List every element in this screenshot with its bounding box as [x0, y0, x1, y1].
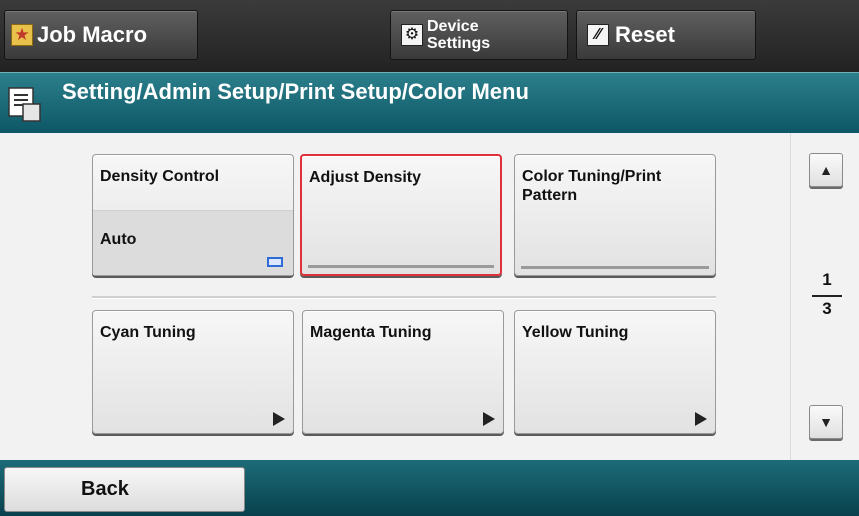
- play-arrow-icon: [273, 412, 285, 426]
- tile-bottom-bar: [521, 266, 709, 269]
- adjust-density-label: Adjust Density: [309, 169, 422, 186]
- row-divider: [92, 296, 716, 299]
- cyan-tuning-tile[interactable]: Cyan Tuning: [92, 310, 294, 434]
- density-control-tile[interactable]: Density Control Auto: [92, 154, 294, 276]
- back-button[interactable]: Back: [4, 467, 245, 512]
- scroll-down-button[interactable]: ▼: [809, 405, 843, 439]
- device-settings-label: Device Settings: [427, 18, 490, 52]
- title-bar: Setting/Admin Setup/Print Setup/Color Me…: [0, 72, 859, 133]
- scroll-divider: [790, 133, 792, 460]
- magenta-tuning-label: Magenta Tuning: [310, 324, 432, 341]
- device-settings-button[interactable]: ⚙ Device Settings: [390, 10, 568, 60]
- reset-label: Reset: [615, 22, 675, 47]
- device-panel-screen: ★ Job Macro ⚙ Device Settings ⁄⁄ Reset S…: [0, 0, 859, 516]
- device-settings-label-line1: Device: [427, 18, 479, 35]
- page-title: Setting/Admin Setup/Print Setup/Color Me…: [62, 79, 529, 104]
- gear-icon: ⚙: [401, 24, 423, 46]
- triangle-down-icon: ▼: [819, 414, 833, 430]
- density-control-value-area: Auto: [93, 210, 293, 275]
- reset-button[interactable]: ⁄⁄ Reset: [576, 10, 756, 60]
- magenta-tuning-tile[interactable]: Magenta Tuning: [302, 310, 504, 434]
- menu-area: Density Control Auto Adjust Density Colo…: [0, 133, 859, 460]
- document-icon: [8, 87, 41, 122]
- adjust-density-tile[interactable]: Adjust Density: [300, 154, 502, 276]
- reset-icon: ⁄⁄: [587, 24, 609, 46]
- page-total: 3: [822, 299, 832, 318]
- scroll-up-button[interactable]: ▲: [809, 153, 843, 187]
- cyan-tuning-label: Cyan Tuning: [100, 324, 196, 341]
- triangle-up-icon: ▲: [819, 162, 833, 178]
- tile-bottom-bar: [308, 265, 494, 268]
- back-label: Back: [81, 478, 129, 500]
- top-toolbar: ★ Job Macro ⚙ Device Settings ⁄⁄ Reset: [0, 0, 859, 72]
- bottom-bar: Back: [0, 460, 859, 516]
- yellow-tuning-tile[interactable]: Yellow Tuning: [514, 310, 716, 434]
- play-arrow-icon: [695, 412, 707, 426]
- density-control-label: Density Control: [100, 168, 220, 185]
- color-tuning-print-pattern-tile[interactable]: Color Tuning/Print Pattern: [514, 154, 716, 276]
- job-macro-button[interactable]: ★ Job Macro: [4, 10, 198, 60]
- color-tuning-print-pattern-label: Color Tuning/Print Pattern: [522, 168, 662, 204]
- play-arrow-icon: [483, 412, 495, 426]
- star-icon: ★: [11, 24, 33, 46]
- density-control-value: Auto: [100, 231, 137, 248]
- yellow-tuning-label: Yellow Tuning: [522, 324, 629, 341]
- device-settings-label-line2: Settings: [427, 35, 491, 52]
- page-separator: [812, 295, 842, 297]
- page-current: 1: [822, 270, 832, 289]
- setting-indicator-icon: [267, 257, 283, 267]
- job-macro-label: Job Macro: [37, 22, 148, 47]
